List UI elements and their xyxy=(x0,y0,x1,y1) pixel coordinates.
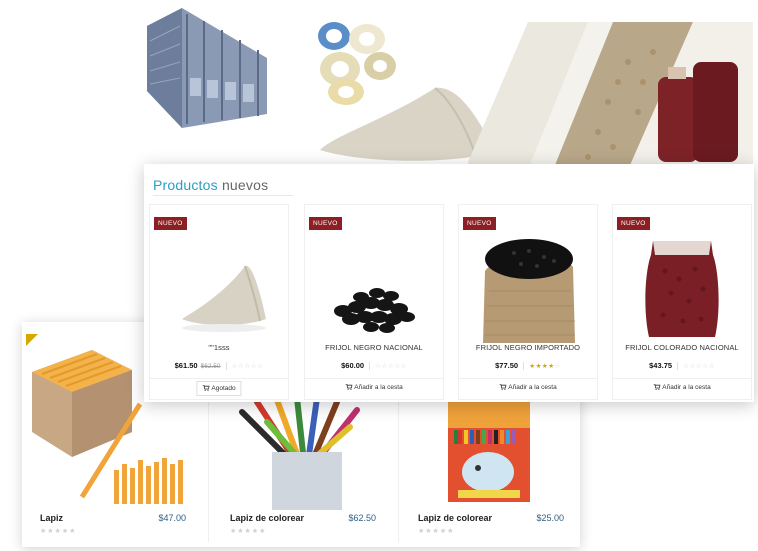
price-row: $43.75 ☆☆☆☆☆ xyxy=(613,361,751,371)
button-label: Añadir a la cesta xyxy=(354,384,403,391)
product-card[interactable]: NUEVO FRIJOL NEGRO NACIONAL $60.00 ☆☆☆☆☆… xyxy=(304,204,444,400)
price-row: $60.00 ☆☆☆☆☆ xyxy=(305,361,443,371)
product-name[interactable]: Lapiz de colorear xyxy=(418,513,492,523)
new-badge: NUEVO xyxy=(463,217,496,230)
add-to-cart-button[interactable]: Añadir a la cesta xyxy=(494,381,561,394)
button-label: Añadir a la cesta xyxy=(662,384,711,391)
product-price: $43.75 xyxy=(649,361,673,370)
product-price: $77.50 xyxy=(495,361,519,370)
new-products-card: Productos nuevos NUEVO ""1sss $61.50 $62… xyxy=(144,164,754,402)
rating-stars: ★★★★★ xyxy=(40,528,77,535)
new-badge: NUEVO xyxy=(617,217,650,230)
button-label: Agotado xyxy=(211,385,236,392)
section-title-rest: nuevos xyxy=(221,177,269,193)
price-row: $61.50 $62.50 ☆☆☆☆☆ xyxy=(150,361,288,371)
rating-stars: ☆☆☆☆☆ xyxy=(375,363,407,370)
button-row: Añadir a la cesta xyxy=(613,378,751,400)
button-label: Añadir a la cesta xyxy=(508,384,557,391)
product-price: $25.00 xyxy=(536,513,564,523)
section-title-accent: Productos xyxy=(153,177,218,193)
bean-sack-image[interactable] xyxy=(459,231,597,343)
separator xyxy=(523,362,525,371)
sold-out-button[interactable]: Agotado xyxy=(196,381,242,396)
add-to-cart-button[interactable]: Añadir a la cesta xyxy=(340,381,407,394)
rating-stars: ★★★★★ xyxy=(418,528,455,535)
button-row: Agotado xyxy=(150,378,288,400)
product-name[interactable]: Lapiz xyxy=(40,513,63,523)
grains-strips-image xyxy=(468,22,753,170)
new-badge: NUEVO xyxy=(309,217,342,230)
product-card[interactable]: NUEVO ""1sss $61.50 $62.50 ☆☆☆☆☆ Agotado xyxy=(149,204,289,400)
product-price: $62.50 xyxy=(348,513,376,523)
black-beans-image[interactable] xyxy=(305,231,443,343)
magazine-rack-image xyxy=(147,8,267,128)
red-beans-bag-image[interactable] xyxy=(613,231,751,343)
product-card[interactable]: NUEVO FRIJOL COLORADO NACIONAL $43.75 ☆☆… xyxy=(612,204,752,400)
separator xyxy=(369,362,371,371)
title-underline xyxy=(153,195,293,196)
product-name[interactable]: Lapiz de colorear xyxy=(230,513,304,523)
product-card[interactable]: NUEVO FRIJOL NEGRO IMPORTADO $77.50 ★★★★… xyxy=(458,204,598,400)
button-row: Añadir a la cesta xyxy=(305,378,443,400)
old-price: $62.50 xyxy=(200,363,221,370)
rating-stars: ★★★★☆ xyxy=(529,363,561,370)
product-price: $60.00 xyxy=(341,361,365,370)
cart-icon xyxy=(345,384,353,391)
cart-icon xyxy=(499,384,507,391)
rating-stars: ☆☆☆☆☆ xyxy=(683,363,715,370)
rating-stars: ☆☆☆☆☆ xyxy=(231,363,264,370)
separator xyxy=(677,362,679,371)
new-badge: NUEVO xyxy=(154,217,187,230)
cart-icon xyxy=(202,385,210,392)
hero-banner xyxy=(0,0,758,170)
cart-icon xyxy=(653,384,661,391)
rating-stars: ★★★★★ xyxy=(230,528,267,535)
separator xyxy=(225,362,227,371)
product-name[interactable]: FRIJOL NEGRO NACIONAL xyxy=(305,343,443,352)
beanbag-image[interactable] xyxy=(150,231,288,343)
product-price: $47.00 xyxy=(158,513,186,523)
product-name[interactable]: ""1sss xyxy=(150,343,288,352)
product-price: $61.50 xyxy=(174,361,198,370)
button-row: Añadir a la cesta xyxy=(459,378,597,400)
section-title: Productos nuevos xyxy=(153,177,268,193)
product-name[interactable]: FRIJOL NEGRO IMPORTADO xyxy=(459,343,597,352)
price-row: $77.50 ★★★★☆ xyxy=(459,361,597,371)
product-name[interactable]: FRIJOL COLORADO NACIONAL xyxy=(613,343,751,352)
add-to-cart-button[interactable]: Añadir a la cesta xyxy=(648,381,715,394)
